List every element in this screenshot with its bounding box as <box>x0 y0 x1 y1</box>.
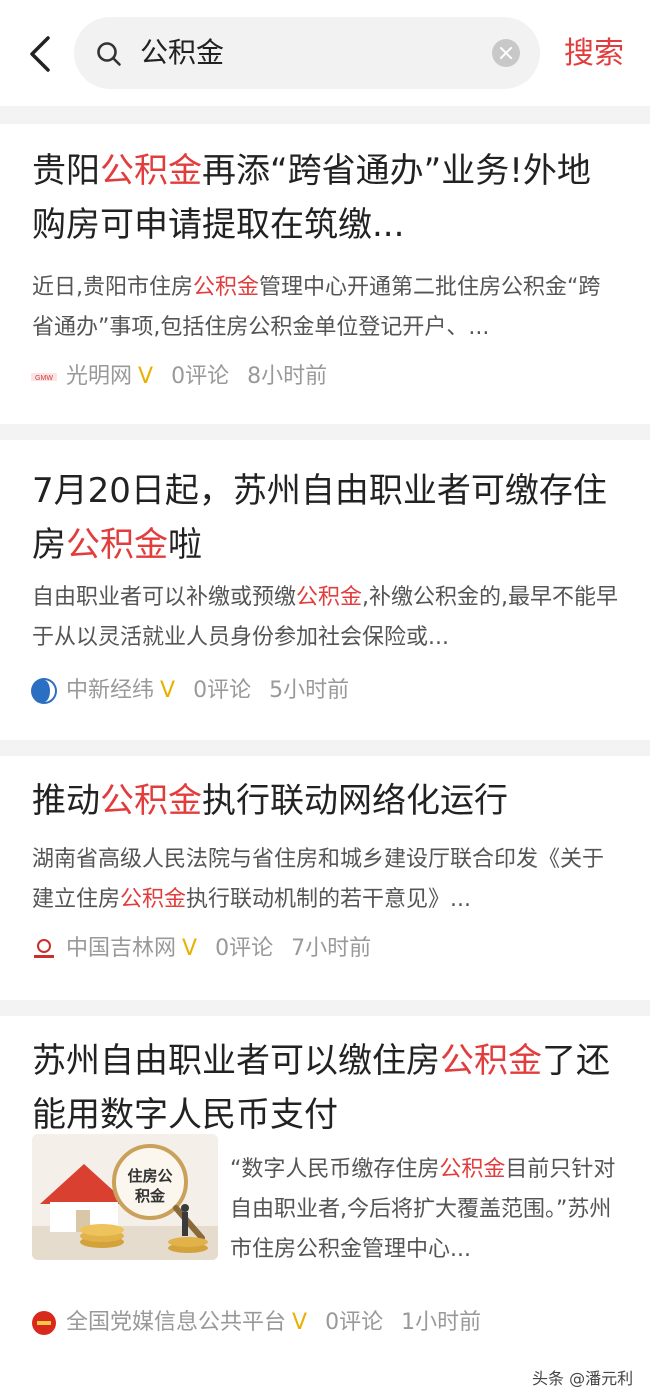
article-summary: 湖南省高级人民法院与省住房和城乡建设厅联合印发《关于建立住房公积金执行联动机制的… <box>32 847 605 912</box>
article-meta: 全国党媒信息公共平台 V 0评论 1小时前 <box>30 1308 481 1338</box>
article-title[interactable]: 贵阳公积金再添“跨省通办”业务!外地购房可申请提取在筑缴... <box>32 144 622 252</box>
search-button[interactable]: 搜索 <box>564 34 624 74</box>
comment-count: 0评论 <box>215 936 274 961</box>
section-divider <box>0 424 650 440</box>
article-meta: GMW 光明网 V 0评论 8小时前 <box>30 362 327 392</box>
comment-count: 0评论 <box>171 364 230 389</box>
source-logo-icon <box>34 939 54 958</box>
search-header: 公积金 搜索 <box>0 0 650 106</box>
article-summary: 自由职业者可以补缴或预缴公积金,补缴公积金的,最早不能早于从以灵活就业人员身份参… <box>32 585 619 650</box>
clear-icon[interactable] <box>492 39 520 67</box>
back-arrow-icon[interactable] <box>26 34 56 74</box>
keyword-highlight: 公积金 <box>439 1157 506 1182</box>
publish-time: 1小时前 <box>401 1310 482 1335</box>
publish-time: 5小时前 <box>269 678 350 703</box>
section-divider <box>0 740 650 756</box>
news-card[interactable]: 7月20日起，苏州自由职业者可缴存住房公积金啦 自由职业者可以补缴或预缴公积金,… <box>0 440 650 740</box>
article-title[interactable]: 7月20日起，苏州自由职业者可缴存住房公积金啦 <box>32 464 622 572</box>
news-card[interactable]: 贵阳公积金再添“跨省通办”业务!外地购房可申请提取在筑缴... 近日,贵阳市住房… <box>0 124 650 424</box>
article-thumbnail[interactable]: 住房公积金 <box>32 1134 218 1260</box>
search-query: 公积金 <box>140 36 225 69</box>
publish-time: 7小时前 <box>291 936 372 961</box>
keyword-highlight: 公积金 <box>66 525 168 565</box>
verified-icon: V <box>138 364 154 389</box>
thumbnail-caption: 住房公积金 <box>127 1167 173 1205</box>
source-logo-icon <box>31 678 57 704</box>
watermark: 头条 @潘元利 <box>532 1369 634 1388</box>
article-title[interactable]: 推动公积金执行联动网络化运行 <box>32 774 622 828</box>
house-coins-image <box>32 1134 218 1260</box>
search-input[interactable]: 公积金 <box>74 17 540 89</box>
news-card[interactable]: 推动公积金执行联动网络化运行 湖南省高级人民法院与省住房和城乡建设厅联合印发《关… <box>0 756 650 1000</box>
source-logo-icon: GMW <box>31 373 57 382</box>
article-meta: 中新经纬 V 0评论 5小时前 <box>30 676 349 706</box>
comment-count: 0评论 <box>193 678 252 703</box>
article-title[interactable]: 苏州自由职业者可以缴住房公积金了还能用数字人民币支付 <box>32 1034 622 1142</box>
section-divider <box>0 106 650 124</box>
article-summary: “数字人民币缴存住房公积金目前只针对自由职业者,今后将扩大覆盖范围。”苏州市住房… <box>230 1157 616 1262</box>
article-summary: 近日,贵阳市住房公积金管理中心开通第二批住房公积金“跨省通办”事项,包括住房公积… <box>32 275 601 340</box>
keyword-highlight: 公积金 <box>120 887 187 912</box>
source-name[interactable]: 全国党媒信息公共平台 <box>66 1308 286 1338</box>
keyword-highlight: 公积金 <box>296 585 363 610</box>
news-card[interactable]: 苏州自由职业者可以缴住房公积金了还能用数字人民币支付 住房公积金 “数字人民币缴… <box>0 1016 650 1356</box>
article-meta: 中国吉林网 V 0评论 7小时前 <box>30 934 371 964</box>
verified-icon: V <box>292 1310 308 1335</box>
source-name[interactable]: 中新经纬 <box>66 676 154 706</box>
publish-time: 8小时前 <box>247 364 328 389</box>
keyword-highlight: 公积金 <box>440 1041 542 1081</box>
keyword-highlight: 公积金 <box>193 275 260 300</box>
source-name[interactable]: 光明网 <box>66 362 132 392</box>
verified-icon: V <box>160 678 176 703</box>
source-name[interactable]: 中国吉林网 <box>66 934 176 964</box>
svg-text:GMW: GMW <box>35 375 53 382</box>
source-logo-icon <box>32 1311 56 1335</box>
keyword-highlight: 公积金 <box>100 781 202 821</box>
section-divider <box>0 1000 650 1016</box>
verified-icon: V <box>182 936 198 961</box>
comment-count: 0评论 <box>325 1310 384 1335</box>
keyword-highlight: 公积金 <box>100 151 202 191</box>
search-icon <box>97 42 121 66</box>
